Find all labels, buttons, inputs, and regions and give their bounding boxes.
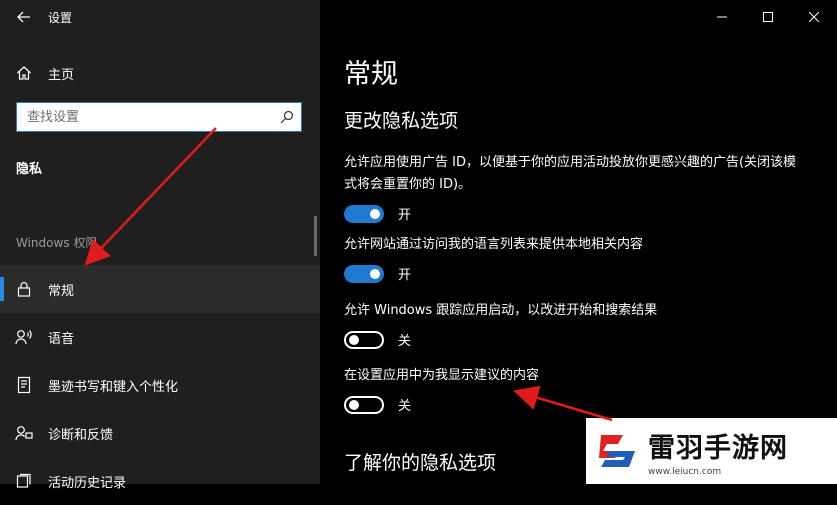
- privacy-options-heading: 更改隐私选项: [344, 110, 459, 132]
- toggle-state-label: 开: [398, 268, 412, 283]
- home-nav-item[interactable]: 主页: [0, 58, 320, 88]
- toggle-knob: [349, 334, 359, 345]
- lock-icon: [0, 281, 48, 297]
- minimize-icon: [717, 16, 727, 18]
- app-launch-tracking-toggle[interactable]: [344, 330, 384, 349]
- watermark-url: www.leiucn.com: [648, 466, 722, 477]
- sidebar-item-speech[interactable]: 语音: [0, 313, 320, 361]
- toggle-state-label: 关: [398, 399, 412, 414]
- toggle-knob: [370, 208, 380, 219]
- home-label: 主页: [48, 67, 75, 83]
- sidebar-item-label: 活动历史记录: [48, 475, 127, 491]
- suggested-content-toggle[interactable]: [344, 395, 384, 414]
- watermark-name: 雷羽手游网: [648, 432, 788, 464]
- setting-language-list: 允许网站通过访问我的语言列表来提供本地相关内容 开: [344, 234, 804, 283]
- sidebar-item-inking-typing[interactable]: 墨迹书写和键入个性化: [0, 361, 320, 409]
- feedback-icon: [0, 425, 48, 441]
- setting-description: 允许应用使用广告 ID，以便基于你的应用活动投放你更感兴趣的广告(关闭该模式将会…: [344, 155, 797, 192]
- language-list-toggle[interactable]: [344, 264, 384, 283]
- sidebar-item-diagnostics[interactable]: 诊断和反馈: [0, 409, 320, 457]
- search-input[interactable]: [17, 104, 273, 130]
- speech-icon: [0, 329, 48, 345]
- setting-description: 允许网站通过访问我的语言列表来提供本地相关内容: [344, 237, 644, 252]
- sidebar-item-label: 语音: [48, 331, 75, 347]
- ink-typing-icon: [0, 376, 48, 394]
- sidebar-item-activity-history[interactable]: 活动历史记录: [0, 457, 320, 505]
- maximize-icon: [763, 12, 773, 22]
- setting-description: 在设置应用中为我显示建议的内容: [344, 368, 540, 383]
- close-button[interactable]: [791, 0, 837, 34]
- main-content: 常规 更改隐私选项 允许应用使用广告 ID，以便基于你的应用活动投放你更感兴趣的…: [320, 0, 837, 484]
- home-icon: [0, 65, 48, 81]
- sidebar-item-label: 诊断和反馈: [48, 427, 114, 443]
- sidebar-item-label: 常规: [48, 283, 75, 299]
- sidebar-scrollbar[interactable]: [314, 216, 317, 256]
- advertising-id-toggle[interactable]: [344, 204, 384, 223]
- toggle-knob: [349, 399, 359, 410]
- page-title: 常规: [344, 59, 398, 90]
- toggle-knob: [370, 268, 380, 279]
- history-icon: [0, 473, 48, 489]
- search-icon[interactable]: [273, 110, 301, 124]
- window-controls: [699, 0, 837, 34]
- windows-permissions-label: Windows 权限: [16, 236, 98, 250]
- sidebar-nav: 常规 语音 墨迹书写和键入个性化 诊断和反馈 活动历史记录: [0, 265, 320, 505]
- setting-suggested-content: 在设置应用中为我显示建议的内容 关: [344, 365, 804, 414]
- learn-privacy-heading: 了解你的隐私选项: [344, 452, 497, 474]
- title-bar: 设置: [0, 0, 320, 34]
- setting-description: 允许 Windows 跟踪应用启动，以改进开始和搜索结果: [344, 303, 658, 318]
- toggle-state-label: 关: [398, 334, 412, 349]
- back-button[interactable]: [0, 0, 48, 34]
- sidebar-item-general[interactable]: 常规: [0, 265, 320, 313]
- search-box: [16, 102, 302, 132]
- watermark-logo-icon: [586, 431, 648, 471]
- setting-app-launch-tracking: 允许 Windows 跟踪应用启动，以改进开始和搜索结果 关: [344, 300, 804, 349]
- back-arrow-icon: [17, 11, 30, 23]
- minimize-button[interactable]: [699, 0, 745, 34]
- sidebar-item-label: 墨迹书写和键入个性化: [48, 379, 179, 395]
- sidebar-section-title: 隐私: [16, 162, 43, 177]
- close-icon: [809, 12, 819, 22]
- setting-advertising-id: 允许应用使用广告 ID，以便基于你的应用活动投放你更感兴趣的广告(关闭该模式将会…: [344, 152, 804, 223]
- maximize-button[interactable]: [745, 0, 791, 34]
- sidebar: 设置 主页 隐私 Windows 权限 常规 语音: [0, 0, 320, 491]
- app-title: 设置: [48, 10, 73, 25]
- watermark: 雷羽手游网 www.leiucn.com: [586, 418, 837, 484]
- toggle-state-label: 开: [398, 208, 412, 223]
